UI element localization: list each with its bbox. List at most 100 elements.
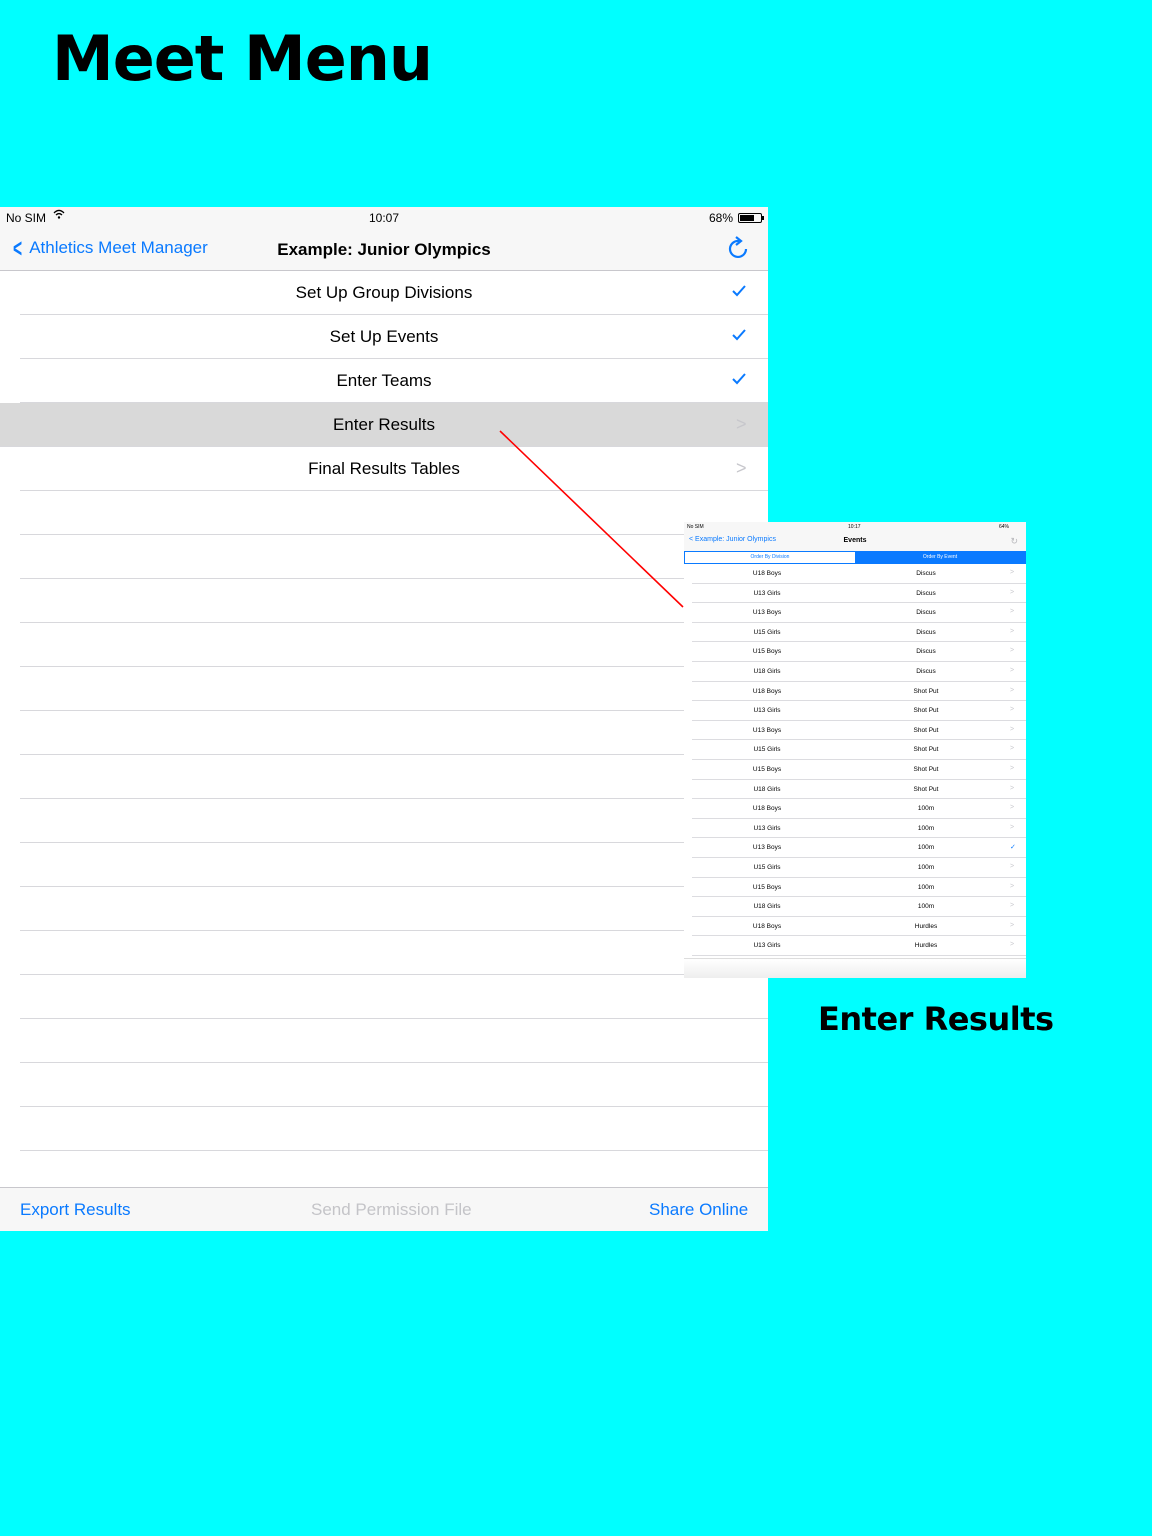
status-bar: No SIM 10:07 68%	[0, 207, 768, 227]
chevron-right-icon: >	[1010, 862, 1015, 870]
empty-row	[20, 887, 768, 931]
empty-row	[20, 535, 768, 579]
chevron-right-icon: >	[1010, 686, 1015, 694]
event-row[interactable]: U15 Boys Discus >	[692, 642, 1026, 662]
event-name: Shot Put	[913, 687, 939, 695]
status-time: 10:07	[369, 211, 400, 225]
chevron-right-icon: >	[1010, 902, 1015, 910]
event-division: U18 Girls	[753, 785, 781, 793]
meet-menu-list: Set Up Group Divisions Set Up Events Ent…	[0, 271, 768, 1151]
event-name: Discus	[916, 648, 936, 656]
event-name: Discus	[916, 570, 936, 577]
event-division: U18 Boys	[752, 805, 782, 813]
event-name: Hurdles	[914, 922, 938, 930]
event-row[interactable]: U18 Boys 100m >	[692, 799, 1026, 819]
segment-order-by-event[interactable]: Order By Event	[855, 552, 1025, 563]
event-name: Shot Put	[913, 746, 939, 754]
mini-status-bar: No SIM 10:17 64%	[684, 522, 1026, 531]
event-row[interactable]: U15 Boys 100m >	[692, 878, 1026, 898]
menu-item-events[interactable]: Set Up Events	[20, 315, 768, 359]
event-row[interactable]: U13 Girls 100m >	[692, 819, 1026, 839]
chevron-right-icon: >	[1010, 725, 1015, 733]
share-online-button[interactable]: Share Online	[649, 1200, 748, 1220]
order-segmented-control: Order By Division Order By Event	[684, 551, 1026, 564]
mini-refresh-icon[interactable]: ↻	[1010, 536, 1018, 547]
event-row[interactable]: U15 Girls Shot Put >	[692, 740, 1026, 760]
event-row[interactable]: U18 Girls 100m >	[692, 897, 1026, 917]
empty-row	[20, 799, 768, 843]
event-division: U15 Boys	[752, 765, 782, 773]
menu-item-group-divisions[interactable]: Set Up Group Divisions	[20, 271, 768, 315]
chevron-right-icon: >	[1010, 784, 1015, 792]
event-division: U18 Boys	[752, 687, 782, 695]
ipad-screen: No SIM 10:07 68% < Athletics Meet Manage…	[0, 207, 768, 1231]
event-division: U13 Boys	[752, 844, 782, 852]
chevron-right-icon: >	[1010, 804, 1015, 812]
event-name: Discus	[916, 589, 936, 597]
event-division: U13 Girls	[753, 824, 781, 832]
empty-row	[20, 579, 768, 623]
refresh-icon[interactable]	[726, 235, 752, 263]
battery-icon	[738, 213, 764, 223]
event-row[interactable]: U13 Girls Shot Put >	[692, 701, 1026, 721]
mini-time: 10:17	[848, 524, 861, 530]
chevron-right-icon: >	[1010, 647, 1015, 655]
chevron-right-icon: >	[1010, 921, 1015, 929]
event-row[interactable]: U13 Girls Hurdles >	[692, 936, 1026, 956]
event-division: U15 Girls	[753, 628, 781, 636]
event-name: Shot Put	[913, 707, 939, 715]
list-fade	[684, 958, 1026, 978]
event-row[interactable]: U18 Girls Shot Put >	[692, 780, 1026, 800]
bottom-toolbar: Export Results Send Permission File Shar…	[0, 1187, 768, 1231]
nav-title: Example: Junior Olympics	[277, 240, 491, 259]
navigation-bar: < Athletics Meet Manager Example: Junior…	[0, 227, 768, 271]
empty-row	[20, 711, 768, 755]
empty-row	[20, 623, 768, 667]
event-division: U13 Boys	[752, 726, 782, 734]
checkmark-icon: ✓	[1010, 844, 1016, 852]
battery-percent: 68%	[709, 211, 734, 225]
menu-item-enter-results[interactable]: Enter Results >	[0, 403, 768, 447]
event-division: U13 Girls	[753, 589, 781, 597]
segment-order-by-division[interactable]: Order By Division	[685, 552, 855, 563]
event-division: U18 Boys	[752, 922, 782, 930]
event-row[interactable]: U18 Boys Discus >	[692, 564, 1026, 584]
events-screen-preview: No SIM 10:17 64% < Example: Junior Olymp…	[684, 522, 1026, 978]
empty-row	[20, 931, 768, 975]
export-results-button[interactable]: Export Results	[20, 1200, 131, 1220]
event-row[interactable]: U13 Boys Discus >	[692, 603, 1026, 623]
chevron-right-icon: >	[1010, 588, 1015, 596]
event-row[interactable]: U18 Boys Shot Put >	[692, 682, 1026, 702]
event-row[interactable]: U13 Girls Discus >	[692, 584, 1026, 604]
chevron-right-icon: >	[1010, 666, 1015, 674]
menu-item-label: Enter Teams	[336, 371, 432, 390]
empty-row	[20, 491, 768, 535]
event-division: U15 Girls	[753, 746, 781, 754]
menu-item-teams[interactable]: Enter Teams	[20, 359, 768, 403]
chevron-right-icon: >	[1010, 608, 1015, 616]
event-row[interactable]: U15 Girls 100m >	[692, 858, 1026, 878]
event-division: U13 Boys	[752, 609, 782, 617]
event-name: Discus	[916, 667, 936, 675]
event-row[interactable]: U18 Boys Hurdles >	[692, 917, 1026, 937]
chevron-right-icon: >	[1010, 627, 1015, 635]
mini-navigation-bar: < Example: Junior Olympics Events ↻	[684, 531, 1026, 551]
checkmark-icon	[732, 328, 746, 346]
events-list: U18 Boys Discus > U13 Girls Discus > U13 Boys D…	[692, 564, 1026, 956]
event-row[interactable]: U18 Girls Discus >	[692, 662, 1026, 682]
event-row[interactable]: U15 Boys Shot Put >	[692, 760, 1026, 780]
event-row[interactable]: U13 Boys 100m ✓	[692, 838, 1026, 858]
event-row[interactable]: U15 Girls Discus >	[692, 623, 1026, 643]
event-row[interactable]: U13 Boys Shot Put >	[692, 721, 1026, 741]
menu-item-final-results[interactable]: Final Results Tables >	[20, 447, 768, 491]
empty-row	[20, 975, 768, 1019]
chevron-right-icon: >	[736, 414, 747, 434]
mini-battery: 64%	[999, 524, 1010, 530]
callout-caption: Enter Results	[818, 1000, 1054, 1038]
send-permission-file-button[interactable]: Send Permission File	[311, 1200, 472, 1220]
chevron-right-icon: >	[1010, 882, 1015, 890]
empty-row	[20, 667, 768, 711]
empty-row	[20, 843, 768, 887]
event-division: U18 Boys	[752, 570, 782, 577]
event-name: 100m	[917, 883, 935, 891]
